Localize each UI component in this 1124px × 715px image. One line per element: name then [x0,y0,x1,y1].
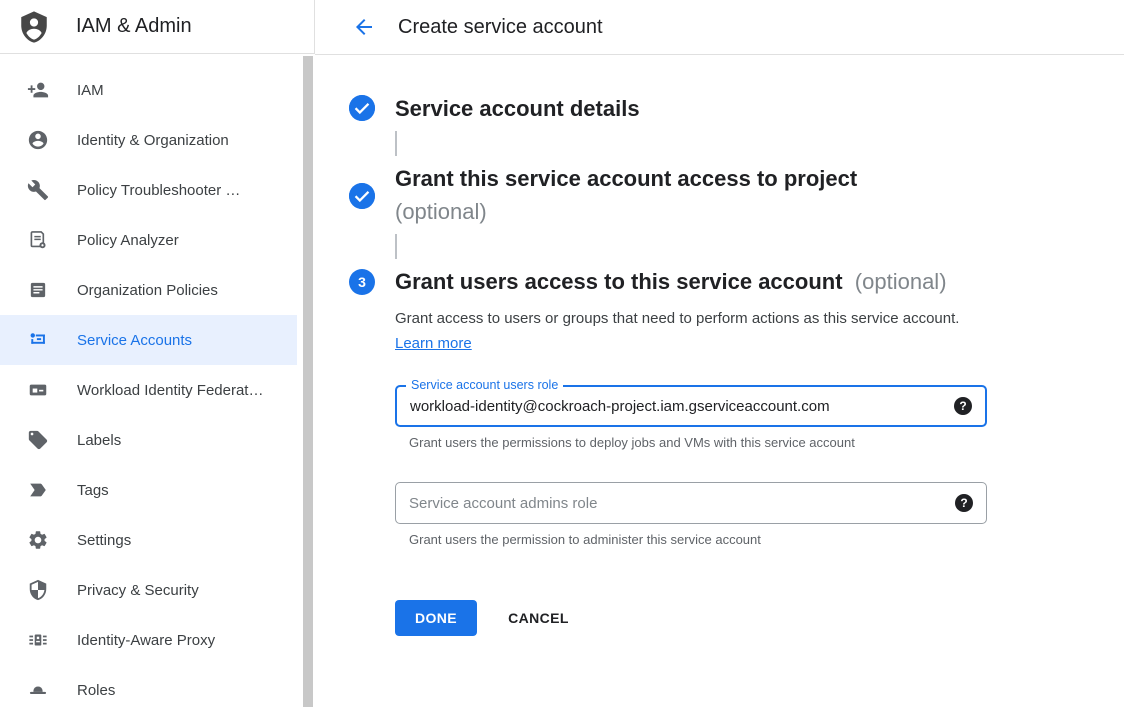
main-panel: Create service account Service account d… [315,0,1124,707]
sidebar-item-label: Policy Analyzer [77,232,179,249]
sidebar-item-iam[interactable]: IAM [0,65,297,115]
sidebar-item-label: Settings [77,532,131,549]
sidebar-item-label: Identity & Organization [77,132,229,149]
tag-arrow-icon [27,479,49,501]
sidebar-item-label: Labels [77,432,121,449]
label-tag-icon [27,429,49,451]
done-button[interactable]: DONE [395,600,477,636]
wizard-step-3: 3 Grant users access to this service acc… [349,265,1104,636]
sidebar-nav: IAM Identity & Organization Policy Troub… [0,54,297,715]
users-role-field: Service account users role ? [395,385,987,427]
sidebar-item-tags[interactable]: Tags [0,465,297,515]
step3-body: Grant users access to this service accou… [395,265,987,636]
sidebar-item-service-accounts[interactable]: Service Accounts [0,315,297,365]
back-button[interactable] [352,15,376,39]
sidebar-item-label: Policy Troubleshooter … [77,182,240,199]
arrow-back-icon [352,15,376,39]
step-connector [395,234,397,259]
iam-shield-person-icon [17,10,51,44]
step3-description-text: Grant access to users or groups that nee… [395,310,959,327]
sidebar-header: IAM & Admin [0,0,315,54]
badge-card-icon [27,379,49,401]
step2-title: Grant this service account access to pro… [395,162,857,195]
admins-role-field: ? [395,482,987,524]
page-title: Create service account [398,16,603,39]
step3-optional-text: (optional) [855,269,947,294]
sidebar-scrollbar[interactable] [303,56,313,707]
sidebar-item-label: Organization Policies [77,282,218,299]
step3-title: Grant users access to this service accou… [395,269,843,294]
account-circle-icon [27,129,49,151]
users-role-input[interactable] [397,387,985,425]
sidebar-item-policy-analyzer[interactable]: Policy Analyzer [0,215,297,265]
sidebar-item-identity-aware-proxy[interactable]: Identity-Aware Proxy [0,615,297,665]
step-connector [395,131,397,156]
shield-half-icon [27,579,49,601]
sidebar-item-workload-identity-federation[interactable]: Workload Identity Federat… [0,365,297,415]
help-icon[interactable]: ? [954,397,972,415]
sidebar-item-privacy-security[interactable]: Privacy & Security [0,565,297,615]
proxy-icon [27,629,49,651]
page-header: Create service account [315,0,1124,55]
gear-icon [27,529,49,551]
sidebar-item-label: Roles [77,682,115,699]
sidebar-item-organization-policies[interactable]: Organization Policies [0,265,297,315]
hat-icon [27,679,49,701]
wizard-step-1[interactable]: Service account details [349,92,1104,125]
cancel-button[interactable]: CANCEL [508,610,569,626]
step2-optional-label: (optional) [395,195,857,228]
learn-more-link[interactable]: Learn more [395,335,472,352]
step1-check-icon [349,95,375,121]
sidebar-item-policy-troubleshooter[interactable]: Policy Troubleshooter … [0,165,297,215]
service-account-key-icon [27,329,49,351]
admins-role-input[interactable] [396,483,986,523]
sidebar-item-label: Service Accounts [77,332,192,349]
sidebar-item-label: Privacy & Security [77,582,199,599]
sidebar-item-identity-organization[interactable]: Identity & Organization [0,115,297,165]
sidebar-item-label: IAM [77,82,104,99]
sidebar-item-label: Workload Identity Federat… [77,382,263,399]
step3-number: 3 [358,274,366,290]
help-icon[interactable]: ? [955,494,973,512]
sidebar-item-label: Identity-Aware Proxy [77,632,215,649]
step1-title: Service account details [395,92,640,125]
sidebar-item-labels[interactable]: Labels [0,415,297,465]
wizard: Service account details Grant this servi… [315,55,1124,636]
document-gear-icon [27,229,49,251]
wrench-icon [27,179,49,201]
sidebar-item-label: Tags [77,482,109,499]
step3-description: Grant access to users or groups that nee… [395,306,960,356]
admins-role-helper-text: Grant users the permission to administer… [409,532,987,547]
users-role-label: Service account users role [406,378,563,392]
product-title: IAM & Admin [76,15,192,38]
sidebar: IAM & Admin IAM Identity & Organization … [0,0,315,707]
step3-actions: DONE CANCEL [395,600,987,636]
step3-number-badge: 3 [349,269,375,295]
wizard-step-2[interactable]: Grant this service account access to pro… [349,162,1104,228]
step2-check-icon [349,183,375,209]
sidebar-item-roles[interactable]: Roles [0,665,297,715]
users-role-helper-text: Grant users the permissions to deploy jo… [409,435,987,450]
document-lines-icon [27,279,49,301]
person-add-icon [27,79,49,101]
sidebar-item-settings[interactable]: Settings [0,515,297,565]
